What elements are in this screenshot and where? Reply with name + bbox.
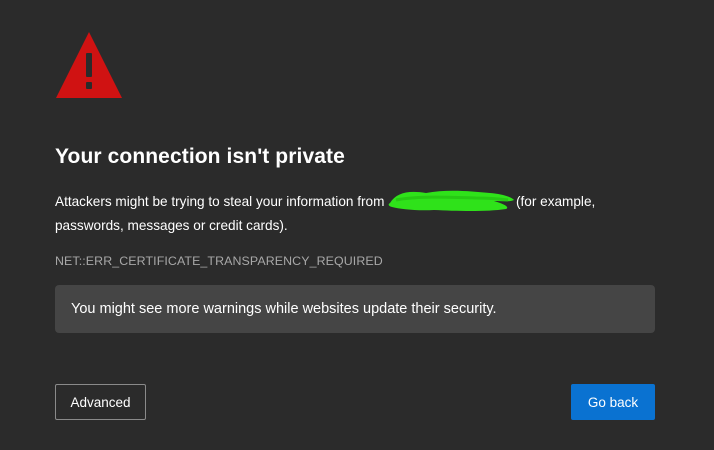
warning-description: Attackers might be trying to steal your … xyxy=(55,190,655,238)
go-back-button[interactable]: Go back xyxy=(571,384,655,420)
error-code: NET::ERR_CERTIFICATE_TRANSPARENCY_REQUIR… xyxy=(55,254,383,268)
redacted-site-name xyxy=(388,190,515,211)
page-title: Your connection isn't private xyxy=(55,145,345,168)
advanced-button[interactable]: Advanced xyxy=(55,384,146,420)
description-text-before: Attackers might be trying to steal your … xyxy=(55,194,389,209)
security-notice-text: You might see more warnings while websit… xyxy=(71,301,497,317)
warning-triangle-icon xyxy=(55,31,123,99)
security-notice-box: You might see more warnings while websit… xyxy=(55,285,655,333)
